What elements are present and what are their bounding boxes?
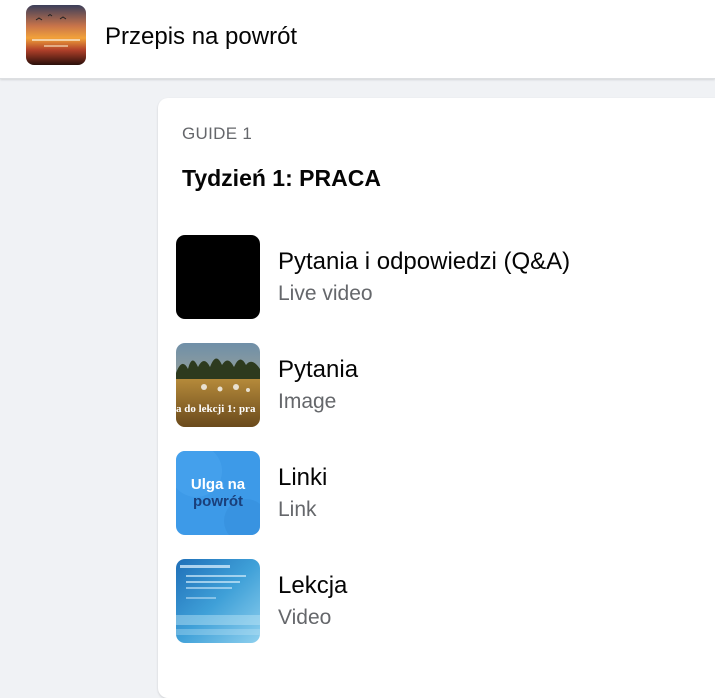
ulga-na-powrot-logo-icon: Ulga na powrót <box>176 451 260 535</box>
guide-item-type: Image <box>278 390 337 413</box>
guide-card: GUIDE 1 Tydzień 1: PRACA Pytania i odpow… <box>158 98 715 698</box>
guide-item-pytania[interactable]: a do lekcji 1: pra Pytania Image <box>176 343 715 429</box>
logo-line2: powrót <box>193 493 243 510</box>
guide-item-qa[interactable]: Pytania i odpowiedzi (Q&A) Live video <box>176 235 715 321</box>
guide-item-title: Linki <box>278 464 328 491</box>
group-avatar[interactable] <box>26 5 86 65</box>
guide-item-type: Video <box>278 606 332 629</box>
group-cover-image <box>26 5 86 65</box>
guide-item-linki[interactable]: Ulga na powrót Linki Link <box>176 451 715 537</box>
guide-item-title: Pytania <box>278 356 359 383</box>
logo-line1: Ulga na <box>191 476 246 493</box>
thumb-caption: a do lekcji 1: pra <box>176 403 256 415</box>
guide-item-title: Pytania i odpowiedzi (Q&A) <box>278 248 571 275</box>
guide-item-type: Live video <box>278 282 373 305</box>
guide-title: Tydzień 1: PRACA <box>182 165 381 191</box>
group-header: Przepis na powrót <box>0 0 715 79</box>
group-name[interactable]: Przepis na powrót <box>105 22 297 52</box>
blue-presentation-thumbnail-icon <box>176 559 260 643</box>
guide-item-type: Link <box>278 498 317 521</box>
black-video-thumbnail-icon <box>176 235 260 319</box>
guide-label: GUIDE 1 <box>182 124 253 143</box>
guide-item-title: Lekcja <box>278 572 348 599</box>
guide-item-lekcja[interactable]: Lekcja Video <box>176 559 715 645</box>
field-landscape-thumbnail-icon: a do lekcji 1: pra <box>176 343 260 427</box>
